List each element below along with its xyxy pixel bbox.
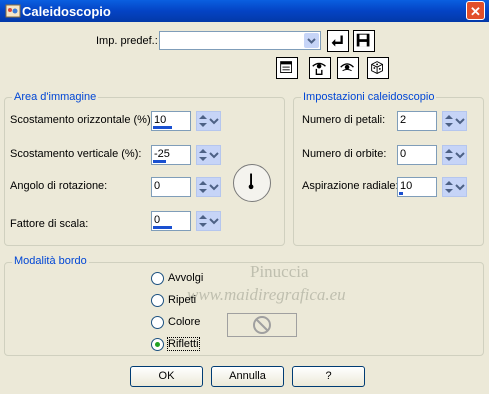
app-icon [5, 4, 21, 18]
color-swatch[interactable] [227, 313, 297, 337]
cancel-button[interactable]: Annulla [211, 366, 284, 387]
edge-radio-label[interactable]: Avvolgi [168, 272, 203, 284]
value-text: 10 [400, 180, 413, 192]
value-text: 2 [400, 114, 407, 126]
chevron-down-icon [304, 33, 319, 48]
value-text: 0 [154, 214, 161, 226]
value-field[interactable]: 0 [151, 211, 191, 231]
value-text: 0 [400, 148, 407, 160]
up-down-arrows-icon[interactable] [198, 179, 208, 195]
value-slider-bar[interactable] [399, 192, 403, 195]
window-title: Caleidoscopio [22, 4, 111, 19]
edge-radio-label[interactable]: Colore [168, 316, 200, 328]
up-down-arrows-icon[interactable] [444, 147, 454, 163]
preview-toggle-button[interactable] [276, 57, 298, 79]
title-bar: Caleidoscopio ✕ [0, 0, 489, 22]
up-down-arrows-icon[interactable] [444, 179, 454, 195]
chevron-down-icon[interactable] [455, 181, 465, 193]
chevron-down-icon[interactable] [209, 215, 219, 227]
up-down-arrows-icon[interactable] [198, 147, 208, 163]
chevron-down-icon[interactable] [209, 115, 219, 127]
value-field[interactable]: 2 [397, 111, 437, 131]
area-spinbox[interactable]: 10 [151, 111, 221, 131]
value-field[interactable]: 10 [151, 111, 191, 131]
edge-radio[interactable] [151, 338, 164, 351]
area-spinbox[interactable]: 0 [151, 211, 221, 231]
kaleido-legend: Impostazioni caleidoscopio [301, 91, 437, 103]
watermark-url: www.maidiregrafica.eu [187, 285, 346, 304]
edge-radio[interactable] [151, 272, 164, 285]
value-slider-bar[interactable] [153, 160, 166, 163]
area-legend: Area d'immagine [12, 91, 99, 103]
value-field[interactable]: 10 [397, 177, 437, 197]
area-field-label: Scostamento verticale (%): [10, 148, 142, 160]
value-text: -25 [154, 148, 170, 160]
eye-hand-icon [312, 62, 326, 76]
no-symbol-icon [253, 316, 271, 334]
watermark-name: Pinuccia [250, 262, 309, 281]
kaleido-field-label: Aspirazione radiale: [302, 180, 399, 192]
dice-icon [371, 61, 383, 74]
spin-controls[interactable] [442, 177, 467, 197]
kaleido-spinbox[interactable]: 0 [397, 145, 467, 165]
spin-controls[interactable] [442, 111, 467, 131]
edge-legend: Modalità bordo [12, 255, 89, 267]
value-slider-bar[interactable] [153, 126, 172, 129]
area-spinbox[interactable]: 0 [151, 177, 221, 197]
edge-radio[interactable] [151, 316, 164, 329]
dial-needle-icon [248, 173, 254, 190]
spin-controls[interactable] [196, 211, 221, 231]
save-preset-button[interactable] [353, 30, 375, 52]
eye-icon [340, 63, 354, 72]
kaleido-spinbox[interactable]: 10 [397, 177, 467, 197]
area-field-label: Angolo di rotazione: [10, 180, 108, 192]
floppy-disk-icon [356, 33, 370, 47]
auto-proof-button[interactable] [337, 57, 359, 79]
chevron-down-icon[interactable] [209, 181, 219, 193]
value-field[interactable]: -25 [151, 145, 191, 165]
up-down-arrows-icon[interactable] [198, 113, 208, 129]
chevron-down-icon[interactable] [455, 115, 465, 127]
chevron-down-icon[interactable] [209, 149, 219, 161]
reset-arrow-icon [331, 35, 343, 47]
edge-radio-label[interactable]: Ripeti [168, 294, 196, 306]
help-button[interactable]: ? [292, 366, 365, 387]
spin-controls[interactable] [442, 145, 467, 165]
preset-dropdown[interactable] [159, 31, 321, 50]
kaleido-field-label: Numero di petali: [302, 114, 386, 126]
up-down-arrows-icon[interactable] [444, 113, 454, 129]
reset-preset-button[interactable] [327, 30, 349, 52]
value-field[interactable]: 0 [151, 177, 191, 197]
rotation-dial[interactable] [233, 164, 271, 202]
up-down-arrows-icon[interactable] [198, 213, 208, 229]
edge-radio[interactable] [151, 294, 164, 307]
value-text: 10 [154, 114, 167, 126]
spin-controls[interactable] [196, 111, 221, 131]
preset-label: Imp. predef.: [96, 35, 158, 47]
close-button[interactable]: ✕ [466, 1, 485, 20]
proof-button[interactable] [309, 57, 331, 79]
randomize-button[interactable] [367, 57, 389, 79]
chevron-down-icon[interactable] [455, 149, 465, 161]
area-spinbox[interactable]: -25 [151, 145, 221, 165]
spin-controls[interactable] [196, 145, 221, 165]
kaleido-field-label: Numero di orbite: [302, 148, 387, 160]
value-field[interactable]: 0 [397, 145, 437, 165]
edge-group [4, 262, 484, 356]
value-text: 0 [154, 180, 161, 192]
kaleido-spinbox[interactable]: 2 [397, 111, 467, 131]
spin-controls[interactable] [196, 177, 221, 197]
value-slider-bar[interactable] [153, 226, 172, 229]
edge-radio-label[interactable]: Rifletti [167, 337, 200, 351]
area-field-label: Scostamento orizzontale (%): [10, 114, 154, 126]
window-icon [280, 61, 292, 73]
ok-button[interactable]: OK [130, 366, 203, 387]
area-field-label: Fattore di scala: [10, 218, 89, 230]
